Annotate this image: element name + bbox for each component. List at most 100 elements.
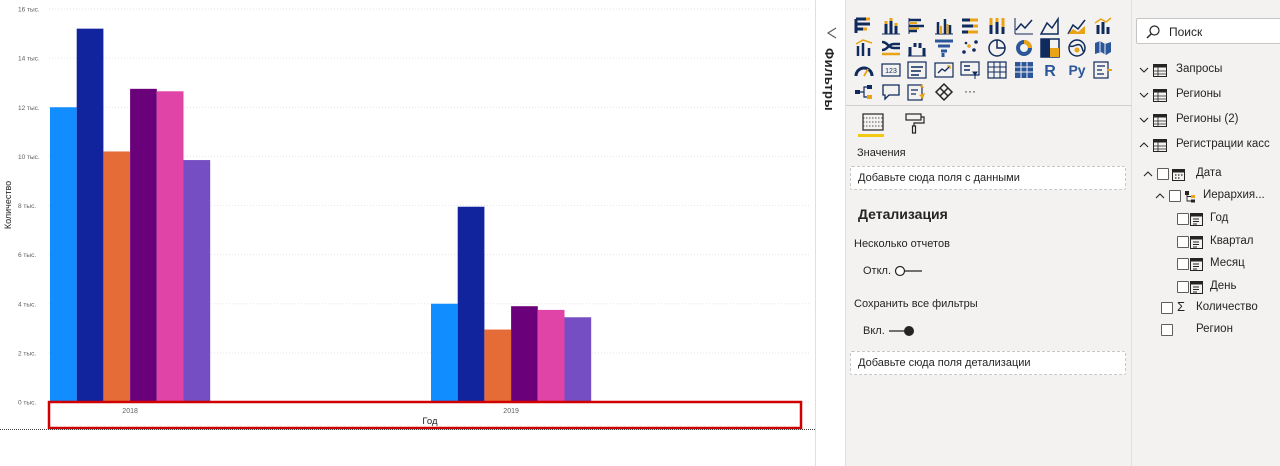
svg-text:123: 123 <box>885 68 897 75</box>
qa-icon[interactable] <box>881 82 901 102</box>
table-name: Регионы (2) <box>1176 113 1239 125</box>
kpi-icon[interactable] <box>934 60 954 80</box>
line-chart-icon[interactable] <box>1014 16 1034 36</box>
fields-tab-icon[interactable] <box>861 112 885 134</box>
hierarchy-level[interactable]: Год <box>1176 210 1280 230</box>
field-table-zaprosy[interactable]: Запросы <box>1136 61 1280 81</box>
filters-pane-title[interactable]: Фильтры <box>822 48 837 111</box>
toggle-on-icon[interactable] <box>887 324 917 338</box>
more-visuals-icon[interactable]: ··· <box>960 82 980 102</box>
chevron-down-icon[interactable] <box>1138 89 1150 101</box>
cross-report-toggle[interactable]: Откл. <box>863 264 953 278</box>
bar[interactable] <box>156 91 184 403</box>
matrix-icon[interactable] <box>1014 60 1034 80</box>
waterfall-chart-icon[interactable] <box>907 38 927 58</box>
values-well-label: Значения <box>857 147 906 159</box>
100-stacked-column-chart-icon[interactable] <box>987 16 1007 36</box>
donut-chart-icon[interactable] <box>1014 38 1034 58</box>
map-icon[interactable] <box>1067 38 1087 58</box>
table-icon[interactable] <box>987 60 1007 80</box>
chevron-down-icon[interactable] <box>1138 114 1150 126</box>
clustered-column-chart-icon[interactable] <box>934 16 954 36</box>
field-date-hierarchy[interactable]: Иерархия... <box>1152 187 1280 207</box>
values-drop-well[interactable]: Добавьте сюда поля с данными <box>850 166 1126 190</box>
bar[interactable] <box>564 317 592 402</box>
bar[interactable] <box>537 309 565 402</box>
card-icon[interactable]: 123 <box>880 60 901 80</box>
funnel-chart-icon[interactable] <box>934 38 954 58</box>
slicer-icon[interactable] <box>960 60 980 80</box>
area-chart-icon[interactable] <box>1040 16 1060 36</box>
hierarchy-icon <box>1185 191 1195 203</box>
field-date[interactable]: Дата <box>1140 165 1280 185</box>
ribbon-chart-icon[interactable] <box>881 38 901 58</box>
smart-narrative-icon[interactable] <box>907 82 927 102</box>
bar[interactable] <box>130 88 157 402</box>
field-measure-kolichestvo[interactable]: Σ Количество <box>1160 299 1280 319</box>
filters-pane-collapsed[interactable]: Фильтры <box>815 0 846 466</box>
chevron-up-icon[interactable] <box>1138 139 1150 151</box>
chevron-up-icon[interactable] <box>1142 168 1154 180</box>
field-checkbox[interactable] <box>1177 258 1189 270</box>
bar[interactable] <box>76 28 104 403</box>
bar[interactable] <box>431 303 458 402</box>
field-region[interactable]: Регион <box>1160 321 1280 341</box>
hierarchy-level[interactable]: Месяц <box>1176 255 1280 275</box>
field-name: Дата <box>1196 167 1222 179</box>
search-input[interactable] <box>1169 23 1277 40</box>
pie-chart-icon[interactable] <box>987 38 1007 58</box>
hierarchy-level[interactable]: День <box>1176 278 1280 298</box>
field-checkbox[interactable] <box>1157 168 1169 180</box>
drillthrough-drop-well[interactable]: Добавьте сюда поля детализации <box>850 351 1126 375</box>
field-table-registracii-kass[interactable]: Регистрации касс <box>1136 136 1280 156</box>
stacked-area-chart-icon[interactable] <box>1067 16 1087 36</box>
key-influencers-icon[interactable] <box>1093 60 1113 80</box>
bar[interactable] <box>484 329 512 402</box>
chevron-up-icon[interactable] <box>1154 190 1166 202</box>
keep-filters-toggle[interactable]: Вкл. <box>863 324 953 338</box>
bar[interactable] <box>511 306 538 402</box>
field-checkbox[interactable] <box>1161 302 1173 314</box>
power-apps-icon[interactable] <box>934 82 954 102</box>
clustered-column-chart[interactable]: 0 тыс. 2 тыс. 4 тыс. 6 тыс. 8 тыс. 10 тыс. 12 … <box>0 0 815 466</box>
field-table-regiony[interactable]: Регионы <box>1136 86 1280 106</box>
multi-row-card-icon[interactable] <box>907 60 927 80</box>
filled-map-icon[interactable] <box>1093 38 1113 58</box>
stacked-bar-chart-icon[interactable] <box>854 16 874 36</box>
clustered-bar-chart-icon[interactable] <box>907 16 927 36</box>
line-and-clustered-column-chart-icon[interactable] <box>854 38 874 58</box>
r-script-visual-icon[interactable]: R <box>1040 60 1060 80</box>
decomposition-tree-icon[interactable] <box>854 82 874 102</box>
field-name: День <box>1210 279 1237 292</box>
field-checkbox[interactable] <box>1161 324 1173 336</box>
table-icon <box>1153 89 1167 102</box>
bar[interactable] <box>103 151 131 402</box>
fields-search-box[interactable] <box>1136 18 1280 44</box>
expand-filters-icon[interactable] <box>825 26 839 40</box>
date-level-icon <box>1190 235 1203 249</box>
field-checkbox[interactable] <box>1177 235 1189 248</box>
bar[interactable] <box>50 107 77 402</box>
line-and-stacked-column-chart-icon[interactable] <box>1093 16 1113 36</box>
field-checkbox[interactable] <box>1177 280 1189 293</box>
treemap-icon[interactable] <box>1040 38 1060 58</box>
report-canvas[interactable]: 0 тыс. 2 тыс. 4 тыс. 6 тыс. 8 тыс. 10 тыс. 12 … <box>0 0 815 466</box>
scatter-chart-icon[interactable] <box>960 38 980 58</box>
field-checkbox[interactable] <box>1177 213 1189 225</box>
paint-roller-icon[interactable] <box>903 112 927 134</box>
field-table-regiony-2[interactable]: Регионы (2) <box>1136 111 1280 131</box>
python-visual-icon[interactable]: Py <box>1067 60 1087 80</box>
field-name: Год <box>1210 212 1229 224</box>
cross-report-label: Несколько отчетов <box>854 238 950 250</box>
bar[interactable] <box>457 206 485 402</box>
100-stacked-bar-chart-icon[interactable] <box>960 16 980 36</box>
stacked-column-chart-icon[interactable] <box>881 16 901 36</box>
bar[interactable] <box>183 160 211 402</box>
chevron-down-icon[interactable] <box>1138 64 1150 76</box>
bars[interactable] <box>50 28 592 403</box>
hierarchy-level[interactable]: Квартал <box>1176 233 1280 253</box>
toggle-off-icon[interactable] <box>894 264 924 278</box>
y-tick-label: 2 тыс. <box>18 350 36 357</box>
field-checkbox[interactable] <box>1169 190 1181 202</box>
gauge-icon[interactable] <box>854 60 874 80</box>
